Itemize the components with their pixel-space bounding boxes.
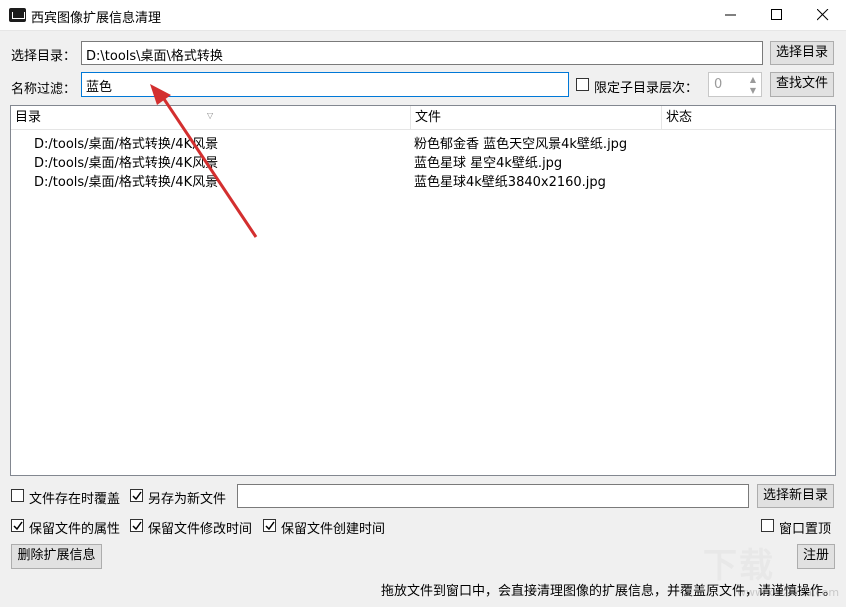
save-as-new-label: 另存为新文件	[148, 492, 227, 507]
directory-label: 选择目录：	[11, 49, 77, 64]
save-as-new-checkbox[interactable]	[130, 489, 143, 502]
minimize-icon	[725, 14, 736, 16]
close-button[interactable]	[800, 0, 846, 31]
column-header-directory[interactable]: 目录 ▽	[11, 106, 411, 130]
column-header-file[interactable]: 文件	[411, 106, 662, 130]
register-button[interactable]: 注册	[797, 544, 835, 569]
sort-arrow-icon: ▽	[207, 111, 214, 120]
row-directory: D:/tools/桌面/格式转换/4K风景	[34, 137, 219, 152]
keep-ctime-label: 保留文件创建时间	[281, 522, 386, 537]
new-directory-input[interactable]	[237, 484, 749, 508]
spin-up-icon[interactable]: ▲	[746, 74, 760, 85]
title-bar: 西宾图像扩展信息清理	[0, 0, 846, 31]
check-icon	[132, 491, 142, 501]
keep-mtime-label: 保留文件修改时间	[148, 522, 253, 537]
list-header: 目录 ▽ 文件 状态	[11, 106, 835, 130]
filter-label: 名称过滤：	[11, 82, 77, 97]
choose-directory-button[interactable]: 选择目录	[770, 41, 834, 65]
topmost-label: 窗口置顶	[779, 522, 832, 537]
keep-ctime-checkbox[interactable]	[263, 519, 276, 532]
name-filter-input[interactable]: 蓝色	[81, 72, 569, 97]
spin-down-icon[interactable]: ▼	[746, 85, 760, 96]
choose-new-directory-button[interactable]: 选择新目录	[757, 484, 834, 508]
check-icon	[132, 521, 142, 531]
depth-spinner[interactable]: 0 ▲ ▼	[708, 72, 762, 97]
keep-attributes-label: 保留文件的属性	[29, 522, 121, 537]
row-file: 粉色郁金香 蓝色天空风景4k壁纸.jpg	[414, 137, 628, 152]
row-file: 蓝色星球4k壁纸3840x2160.jpg	[414, 175, 606, 190]
limit-depth-checkbox[interactable]	[576, 78, 589, 91]
row-file: 蓝色星球 星空4k壁纸.jpg	[414, 156, 563, 171]
overwrite-checkbox[interactable]	[11, 489, 24, 502]
file-list[interactable]: 目录 ▽ 文件 状态 D:/tools/桌面/格式转换/4K风景 粉色郁金香 蓝…	[10, 105, 836, 476]
window-title: 西宾图像扩展信息清理	[31, 11, 162, 26]
row-directory: D:/tools/桌面/格式转换/4K风景	[34, 156, 219, 171]
topmost-checkbox[interactable]	[761, 519, 774, 532]
depth-value: 0	[714, 77, 723, 92]
row-directory: D:/tools/桌面/格式转换/4K风景	[34, 175, 219, 190]
table-row[interactable]: D:/tools/桌面/格式转换/4K风景 粉色郁金香 蓝色天空风景4k壁纸.j…	[11, 132, 835, 152]
column-header-status[interactable]: 状态	[662, 106, 835, 130]
table-row[interactable]: D:/tools/桌面/格式转换/4K风景 蓝色星球 星空4k壁纸.jpg	[11, 151, 835, 171]
status-note: 拖放文件到窗口中，会直接清理图像的扩展信息，并覆盖原文件，请谨慎操作。	[381, 584, 837, 599]
find-files-button[interactable]: 查找文件	[770, 72, 834, 97]
close-icon	[817, 9, 829, 21]
keep-attributes-checkbox[interactable]	[11, 519, 24, 532]
directory-input[interactable]: D:\tools\桌面\格式转换	[81, 41, 763, 65]
app-icon	[9, 8, 26, 22]
delete-extended-info-button[interactable]: 删除扩展信息	[11, 544, 102, 569]
overwrite-label: 文件存在时覆盖	[29, 492, 121, 507]
maximize-button[interactable]	[754, 0, 800, 31]
check-icon	[265, 521, 275, 531]
maximize-icon	[771, 9, 782, 20]
table-row[interactable]: D:/tools/桌面/格式转换/4K风景 蓝色星球4k壁纸3840x2160.…	[11, 170, 835, 190]
keep-mtime-checkbox[interactable]	[130, 519, 143, 532]
check-icon	[13, 521, 23, 531]
minimize-button[interactable]	[708, 0, 754, 31]
limit-depth-label: 限定子目录层次：	[594, 81, 699, 96]
